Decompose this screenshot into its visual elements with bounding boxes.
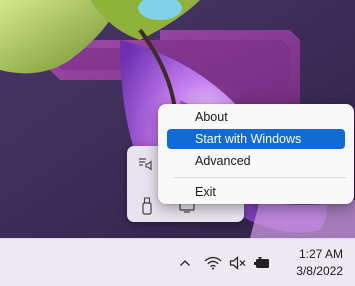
battery-charging-icon[interactable] — [252, 253, 272, 273]
taskbar-clock[interactable]: 1:27 AM 3/8/2022 — [296, 246, 343, 280]
tray-context-menu: About Start with Windows Advanced Exit — [158, 104, 354, 204]
menu-item-start-with-windows[interactable]: Start with Windows — [167, 129, 345, 149]
menu-item-label: Advanced — [195, 154, 251, 168]
taskbar: 1:27 AM 3/8/2022 — [0, 238, 355, 286]
chevron-up-icon[interactable] — [177, 253, 193, 273]
wifi-icon[interactable] — [203, 253, 223, 273]
menu-item-about[interactable]: About — [167, 107, 345, 127]
menu-item-label: Exit — [195, 185, 216, 199]
clock-date: 3/8/2022 — [296, 264, 343, 278]
menu-item-label: About — [195, 110, 228, 124]
menu-item-label: Start with Windows — [195, 132, 302, 146]
menu-item-advanced[interactable]: Advanced — [167, 151, 345, 171]
equalizer-volume-icon[interactable] — [135, 154, 155, 174]
clock-time: 1:27 AM — [298, 247, 343, 261]
menu-separator — [174, 177, 346, 178]
menu-item-exit[interactable]: Exit — [167, 182, 345, 202]
volume-muted-icon[interactable] — [228, 253, 248, 273]
usb-drive-icon[interactable] — [137, 196, 157, 216]
